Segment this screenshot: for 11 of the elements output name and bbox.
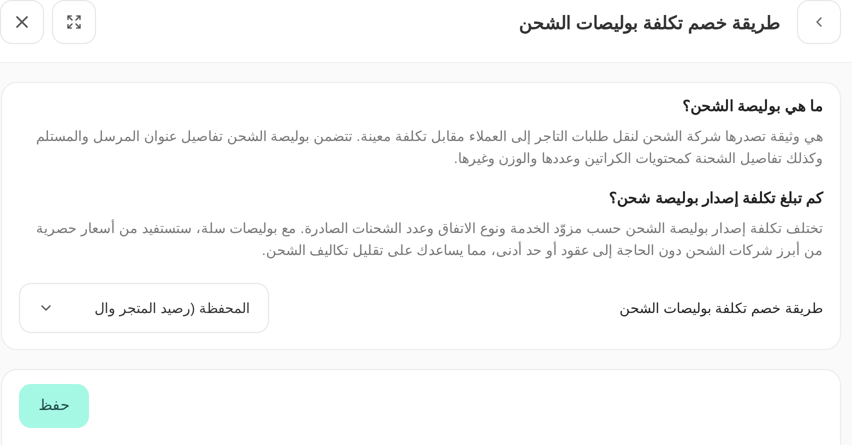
expand-button[interactable] — [52, 0, 96, 44]
faq-answer: هي وثيقة تصدرها شركة الشحن لنقل طلبات التاجر إلى العملاء مقابل تكلفة معينة. تتضمن بوليصة الشحن تفاصيل عنوان المرسل والمستلم وكذلك تفاصيل الشحنة كمحتويات الكراتين وعددها والوزن وغيرها. — [35, 127, 823, 168]
expand-icon — [66, 14, 82, 30]
save-button[interactable]: حفظ — [19, 384, 89, 428]
setting-label: طريقة خصم تكلفة بوليصات الشحن — [619, 298, 823, 318]
faq-question: كم تبلغ تكلفة إصدار بوليصة شحن؟ — [608, 189, 823, 209]
faq-question: ما هي بوليصة الشحن؟ — [681, 97, 823, 117]
window-title: طريقة خصم تكلفة بوليصات الشحن — [518, 12, 780, 36]
close-button[interactable] — [0, 0, 44, 44]
payment-method-dropdown[interactable]: المحفظة (رصيد المتجر وال — [19, 283, 269, 333]
faq-answer: تختلف تكلفة إصدار بوليصة الشحن حسب مزوّد الخدمة ونوع الاتفاق وعدد الشحنات الصادرة. مع بوليصات سلة، ستستفيد من أسعار حصرية من أبرز شركات الشحن دون الحاجة إلى عقود أو حد أدنى، مما يساعدك على تقليل تكاليف الشحن. — [35, 218, 823, 260]
